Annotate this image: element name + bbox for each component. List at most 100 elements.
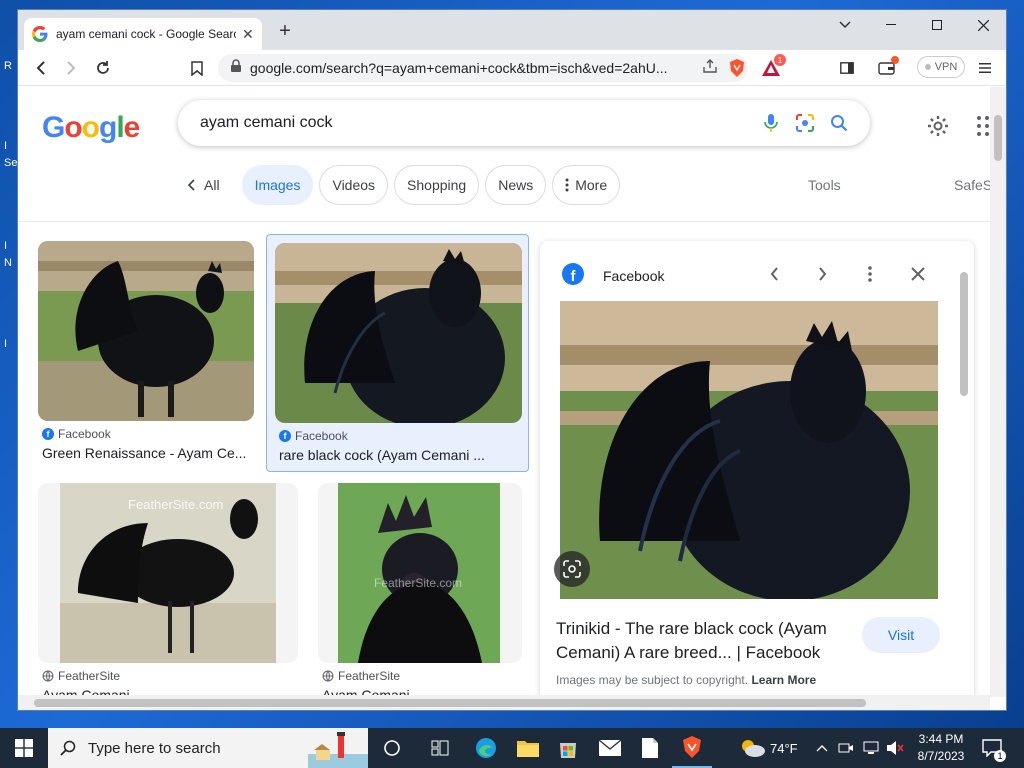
more-options-icon[interactable] bbox=[858, 262, 882, 286]
feathersite-watermark: FeatherSite.com bbox=[128, 497, 223, 512]
forward-icon[interactable] bbox=[60, 57, 82, 79]
search-box[interactable]: ayam cemani cock bbox=[178, 100, 870, 146]
volume-muted-icon[interactable] bbox=[886, 728, 904, 768]
image-preview-panel: f Facebook Trinikid - The rare black coc… bbox=[540, 241, 974, 710]
vertical-scroll-thumb[interactable] bbox=[994, 115, 1002, 161]
weather-widget[interactable]: 74°F bbox=[738, 728, 798, 768]
partly-cloudy-icon bbox=[742, 740, 765, 757]
result-image[interactable] bbox=[38, 241, 254, 421]
document-app-icon[interactable] bbox=[630, 728, 670, 768]
page-horizontal-scrollbar[interactable] bbox=[18, 695, 990, 710]
taskbar-search-box[interactable]: Type here to search bbox=[48, 728, 368, 768]
reload-icon[interactable] bbox=[92, 57, 114, 79]
desktop-icon-label-fragment[interactable]: I bbox=[4, 240, 7, 252]
google-logo[interactable]: Google bbox=[42, 111, 140, 145]
desktop-icon-label-fragment[interactable]: I bbox=[4, 338, 7, 350]
page-vertical-scrollbar[interactable] bbox=[990, 87, 1006, 697]
url-text[interactable]: google.com/search?q=ayam+cemani+cock&tbm… bbox=[250, 60, 690, 76]
close-window-button[interactable] bbox=[960, 10, 1006, 40]
new-tab-button[interactable]: + bbox=[274, 20, 296, 42]
minimize-button[interactable] bbox=[868, 10, 914, 40]
horizontal-scroll-thumb[interactable] bbox=[34, 699, 866, 707]
vpn-status-dot bbox=[924, 64, 931, 70]
voice-search-icon[interactable] bbox=[754, 106, 788, 140]
sidebar-toggle-icon[interactable] bbox=[836, 57, 858, 79]
mail-icon[interactable] bbox=[590, 728, 630, 768]
preview-image[interactable] bbox=[560, 301, 938, 599]
filter-all-label: All bbox=[204, 177, 220, 193]
learn-more-link[interactable]: Learn More bbox=[751, 673, 816, 687]
meet-now-icon[interactable] bbox=[838, 728, 854, 768]
start-button[interactable] bbox=[0, 728, 48, 768]
vpn-button[interactable]: VPN bbox=[917, 56, 965, 78]
browser-window: ayam cemani cock - Google Search ✕ + goo… bbox=[18, 10, 1006, 710]
brave-browser-taskbar-icon[interactable] bbox=[672, 728, 712, 768]
share-icon[interactable] bbox=[702, 58, 718, 79]
settings-gear-icon[interactable] bbox=[924, 112, 952, 140]
desktop-icon-label-fragment[interactable]: R bbox=[4, 60, 12, 72]
visit-button[interactable]: Visit bbox=[862, 617, 940, 653]
preview-source-name[interactable]: Facebook bbox=[603, 268, 664, 284]
notification-center-icon[interactable]: 1 bbox=[982, 728, 1006, 768]
bookmark-icon[interactable] bbox=[186, 57, 208, 79]
result-image[interactable] bbox=[275, 243, 522, 423]
back-icon[interactable] bbox=[30, 57, 52, 79]
search-icon[interactable] bbox=[822, 106, 856, 140]
filter-all-link[interactable]: All bbox=[188, 177, 220, 193]
brave-shields-icon[interactable] bbox=[726, 57, 748, 79]
edge-browser-icon[interactable] bbox=[466, 728, 506, 768]
filter-chip-more[interactable]: More bbox=[552, 165, 621, 205]
search-inside-image-icon[interactable] bbox=[554, 551, 590, 587]
image-result-3[interactable]: FeatherSite.com FeatherSite Ayam Cemani bbox=[38, 483, 298, 705]
menu-icon[interactable] bbox=[974, 57, 996, 79]
address-bar[interactable]: google.com/search?q=ayam+cemani+cock&tbm… bbox=[218, 54, 748, 82]
chevron-left-icon bbox=[188, 179, 195, 191]
network-icon[interactable] bbox=[862, 728, 880, 768]
search-input[interactable]: ayam cemani cock bbox=[200, 114, 754, 132]
filter-chip-shopping[interactable]: Shopping bbox=[394, 165, 480, 205]
desktop-icon-label-fragment[interactable]: Se bbox=[4, 157, 17, 169]
filter-chip-news[interactable]: News bbox=[485, 165, 547, 205]
clock-date: 8/7/2023 bbox=[917, 749, 965, 763]
preview-title-link[interactable]: Trinikid - The rare black cock (Ayam Cem… bbox=[556, 617, 856, 665]
preview-panel-scrollbar[interactable] bbox=[956, 256, 972, 632]
tools-button[interactable]: Tools bbox=[808, 177, 841, 193]
preview-panel-header: f Facebook bbox=[540, 241, 974, 297]
lens-search-icon[interactable] bbox=[788, 106, 822, 140]
result-image[interactable]: FeatherSite.com bbox=[318, 483, 522, 663]
image-result-1[interactable]: f Facebook Green Renaissance - Ayam Ce..… bbox=[38, 241, 254, 471]
widgets-icon[interactable] bbox=[420, 728, 460, 768]
result-image[interactable]: FeatherSite.com bbox=[38, 483, 298, 663]
task-view-icon[interactable] bbox=[372, 728, 412, 768]
browser-toolbar: google.com/search?q=ayam+cemani+cock&tbm… bbox=[18, 50, 1006, 86]
windows-logo-icon bbox=[15, 739, 33, 757]
vpn-label: VPN bbox=[934, 61, 958, 73]
next-result-icon[interactable] bbox=[810, 262, 834, 286]
google-images-page: Google ayam cemani cock All Images Video… bbox=[18, 87, 1006, 710]
image-result-4[interactable]: FeatherSite.com FeatherSite Ayam Cemani bbox=[318, 483, 522, 705]
desktop-icon-label-fragment[interactable]: I bbox=[4, 140, 7, 152]
image-result-2-selected[interactable]: f Facebook rare black cock (Ayam Cemani … bbox=[266, 234, 529, 472]
filter-chip-images[interactable]: Images bbox=[241, 165, 314, 205]
show-hidden-icons-icon[interactable] bbox=[816, 728, 828, 768]
previous-result-icon[interactable] bbox=[762, 262, 786, 286]
filter-chip-videos[interactable]: Videos bbox=[319, 165, 389, 205]
taskbar-clock[interactable]: 3:44 PM 8/7/2023 bbox=[912, 731, 970, 765]
search-icon bbox=[60, 740, 76, 756]
result-title[interactable]: rare black cock (Ayam Cemani ... bbox=[279, 447, 519, 463]
maximize-button[interactable] bbox=[914, 10, 960, 40]
tab-search-dropdown-icon[interactable] bbox=[822, 10, 868, 40]
desktop-icon-label-fragment[interactable]: N bbox=[4, 257, 12, 269]
microsoft-store-icon[interactable] bbox=[548, 728, 588, 768]
file-explorer-icon[interactable] bbox=[508, 728, 548, 768]
result-title[interactable]: Green Renaissance - Ayam Ce... bbox=[42, 445, 252, 461]
tab-close-icon[interactable]: ✕ bbox=[242, 26, 254, 43]
tab-google-search[interactable]: ayam cemani cock - Google Search ✕ bbox=[24, 18, 262, 50]
globe-icon bbox=[322, 670, 334, 682]
preview-panel-scroll-thumb[interactable] bbox=[960, 272, 968, 396]
close-preview-icon[interactable] bbox=[906, 262, 930, 286]
safesearch-button[interactable]: SafeS bbox=[954, 177, 992, 193]
lock-icon[interactable] bbox=[230, 58, 242, 78]
brave-rewards-icon[interactable]: 1 bbox=[760, 54, 786, 79]
wallet-icon[interactable] bbox=[876, 56, 899, 79]
